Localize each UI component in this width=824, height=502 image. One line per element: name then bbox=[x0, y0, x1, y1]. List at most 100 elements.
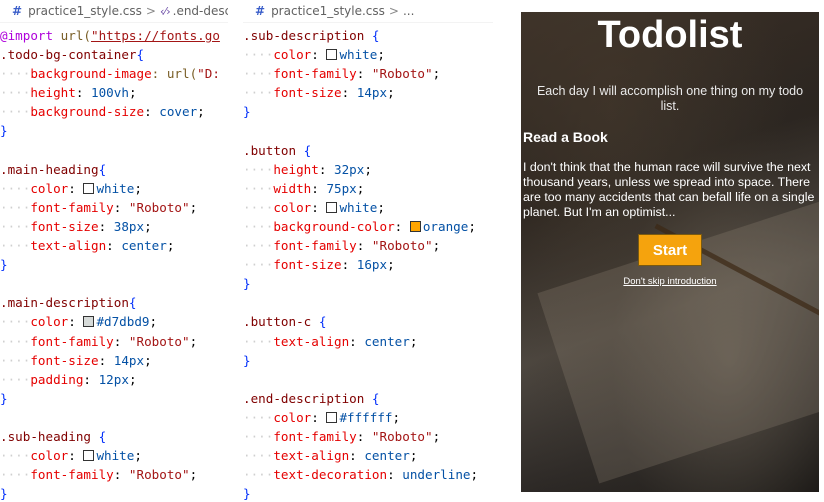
code-line[interactable]: .sub-heading { bbox=[0, 427, 228, 446]
code-token: : bbox=[311, 409, 327, 425]
code-token: 16px bbox=[356, 257, 388, 273]
code-line[interactable]: ····font-family: "Roboto"; bbox=[243, 427, 493, 446]
indent-guide: ···· bbox=[243, 333, 274, 349]
code-line[interactable]: ····color: white; bbox=[0, 179, 228, 198]
code-line[interactable]: } bbox=[243, 484, 493, 502]
color-swatch-icon[interactable] bbox=[83, 450, 95, 462]
css-editor-left[interactable]: # practice1_style.css > ‹⁄› .end-desci @… bbox=[0, 0, 228, 502]
code-line[interactable]: @import url("https://fonts.go bbox=[0, 26, 228, 45]
code-token: white bbox=[96, 180, 135, 196]
code-token: center bbox=[364, 448, 410, 464]
code-token: } bbox=[243, 104, 251, 120]
code-token: ; bbox=[128, 85, 137, 101]
code-line[interactable]: ····color: white; bbox=[243, 45, 493, 64]
code-token: ; bbox=[144, 352, 152, 368]
code-token: ; bbox=[432, 66, 441, 82]
code-line[interactable]: ····font-family: "Roboto"; bbox=[0, 465, 228, 484]
code-line[interactable]: ····background-image: url("D: bbox=[0, 64, 228, 83]
code-line[interactable] bbox=[243, 293, 493, 312]
indent-guide: ···· bbox=[243, 409, 274, 425]
code-line[interactable]: ····color: #ffffff; bbox=[243, 408, 493, 427]
code-line[interactable] bbox=[0, 408, 228, 427]
code-line[interactable]: ····text-align: center; bbox=[0, 236, 228, 255]
code-token: ; bbox=[134, 180, 142, 196]
css-editor-right[interactable]: # practice1_style.css > ... .sub-descrip… bbox=[243, 0, 493, 502]
breadcrumb-file[interactable]: practice1_style.css bbox=[271, 4, 385, 18]
code-area[interactable]: @import url("https://fonts.go .todo-bg-co… bbox=[0, 23, 228, 502]
code-token: ; bbox=[377, 47, 385, 63]
code-line[interactable]: } bbox=[0, 121, 228, 140]
code-line[interactable]: ····font-family: "Roboto"; bbox=[243, 236, 493, 255]
breadcrumb-symbol[interactable]: .end-desci bbox=[173, 4, 228, 18]
code-line[interactable]: ····height: 32px; bbox=[243, 160, 493, 179]
code-token: color bbox=[30, 314, 69, 330]
code-token: color bbox=[273, 199, 312, 215]
code-line[interactable] bbox=[0, 141, 228, 160]
code-line[interactable]: ····text-decoration: underline; bbox=[243, 465, 493, 484]
code-line[interactable]: .button { bbox=[243, 141, 493, 160]
color-swatch-icon[interactable] bbox=[326, 201, 338, 213]
code-line[interactable] bbox=[243, 370, 493, 389]
code-area[interactable]: .sub-description {····color: white; ····f… bbox=[243, 23, 493, 502]
code-token: : bbox=[311, 47, 327, 63]
code-token: color bbox=[273, 409, 312, 425]
main-heading: Todolist bbox=[597, 14, 743, 56]
code-line[interactable]: } bbox=[243, 102, 493, 121]
code-line[interactable]: } bbox=[243, 274, 493, 293]
code-line[interactable]: ····width: 75px; bbox=[243, 179, 493, 198]
code-line[interactable]: .todo-bg-container{ bbox=[0, 45, 228, 64]
code-line[interactable]: ····color: white; bbox=[0, 446, 228, 465]
code-line[interactable]: ····text-align: center; bbox=[243, 446, 493, 465]
start-button[interactable]: Start bbox=[638, 234, 702, 266]
editor-breadcrumb: # practice1_style.css > ‹⁄› .end-desci bbox=[0, 0, 228, 23]
code-token: : bbox=[394, 218, 410, 234]
code-line[interactable]: } bbox=[0, 255, 228, 274]
color-swatch-icon[interactable] bbox=[409, 220, 421, 232]
color-swatch-icon[interactable] bbox=[326, 49, 338, 61]
code-token: ; bbox=[387, 85, 395, 101]
breadcrumb-file[interactable]: practice1_style.css bbox=[28, 4, 142, 18]
code-line[interactable]: ····font-family: "Roboto"; bbox=[243, 64, 493, 83]
indent-guide: ···· bbox=[0, 371, 31, 387]
color-swatch-icon[interactable] bbox=[83, 182, 95, 194]
indent-guide: ···· bbox=[0, 238, 31, 254]
code-token: ; bbox=[189, 333, 198, 349]
code-line[interactable]: ····background-size: cover; bbox=[0, 102, 228, 121]
code-line[interactable]: } bbox=[0, 484, 228, 502]
code-token: .main-description bbox=[0, 295, 129, 311]
code-line[interactable]: ····font-size: 14px; bbox=[243, 83, 493, 102]
code-token: #ffffff bbox=[339, 409, 393, 425]
color-swatch-icon[interactable] bbox=[83, 316, 95, 328]
code-line[interactable]: ····text-align: center; bbox=[243, 332, 493, 351]
code-token: font-size bbox=[273, 257, 342, 273]
code-line[interactable]: ····font-size: 16px; bbox=[243, 255, 493, 274]
indent-guide: ···· bbox=[0, 66, 31, 82]
code-line[interactable]: ····color: white; bbox=[243, 198, 493, 217]
code-line[interactable]: } bbox=[0, 389, 228, 408]
code-line[interactable]: ····font-family: "Roboto"; bbox=[0, 332, 228, 351]
chevron-right-icon: > bbox=[145, 4, 156, 18]
code-line[interactable]: .sub-description { bbox=[243, 26, 493, 45]
code-line[interactable] bbox=[0, 274, 228, 293]
code-token: padding bbox=[30, 371, 84, 387]
breadcrumb-symbol[interactable]: ... bbox=[403, 4, 414, 18]
code-line[interactable]: ····height: 100vh; bbox=[0, 83, 228, 102]
code-line[interactable]: ····color: #d7dbd9; bbox=[0, 312, 228, 331]
code-line[interactable]: .main-description{ bbox=[0, 293, 228, 312]
code-line[interactable]: .button-c { bbox=[243, 312, 493, 331]
code-line[interactable] bbox=[243, 121, 493, 140]
indent-guide: ···· bbox=[0, 448, 31, 464]
code-line[interactable]: ····font-family: "Roboto"; bbox=[0, 198, 228, 217]
end-description-link[interactable]: Don't skip introduction bbox=[521, 276, 819, 287]
code-line[interactable]: ····background-color: orange; bbox=[243, 217, 493, 236]
code-line[interactable]: ····font-size: 14px; bbox=[0, 351, 228, 370]
indent-guide: ···· bbox=[0, 104, 31, 120]
code-line[interactable]: ····padding: 12px; bbox=[0, 370, 228, 389]
code-line[interactable]: .end-description { bbox=[243, 389, 493, 408]
color-swatch-icon[interactable] bbox=[326, 411, 338, 423]
code-line[interactable]: } bbox=[243, 351, 493, 370]
code-token: ; bbox=[409, 333, 418, 349]
code-line[interactable]: .main-heading{ bbox=[0, 160, 228, 179]
code-line[interactable]: ····font-size: 38px; bbox=[0, 217, 228, 236]
indent-guide: ···· bbox=[0, 180, 31, 196]
